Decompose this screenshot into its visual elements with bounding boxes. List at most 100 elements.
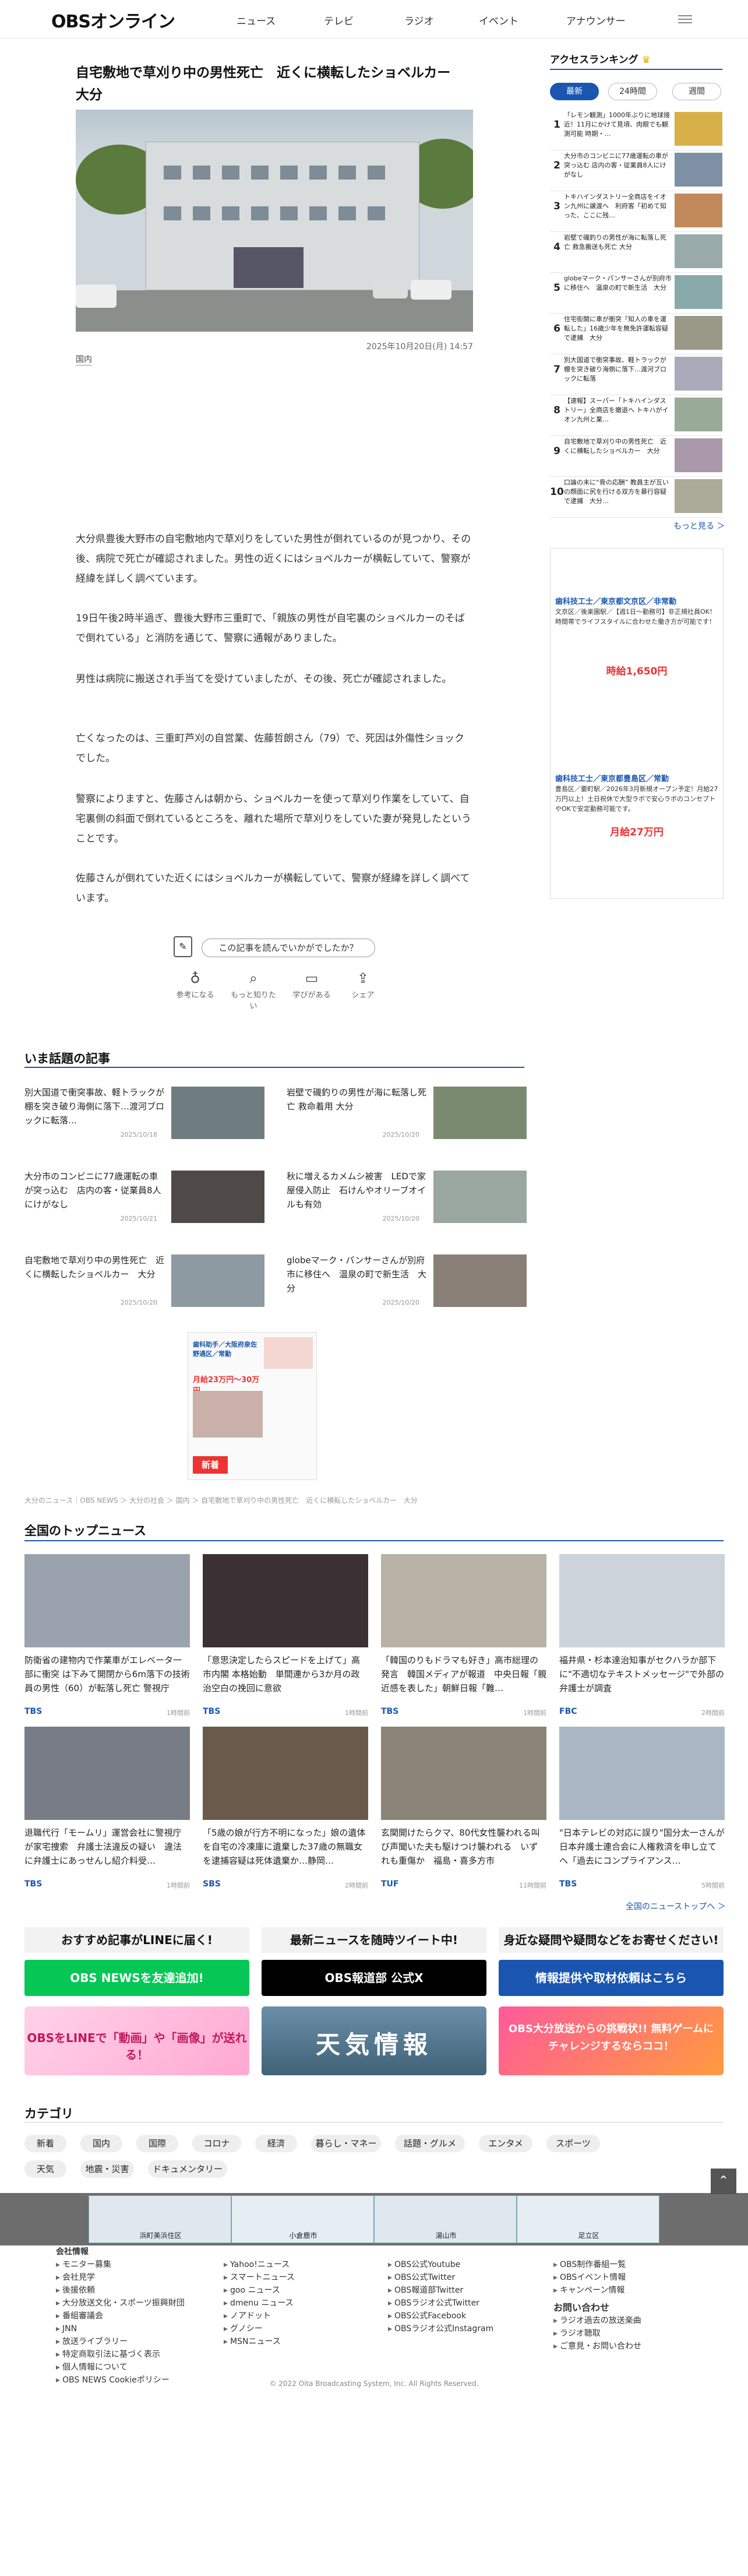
top-news-title[interactable]: "日本テレビの対応に誤り"国分太一さんが日本弁護士連合会に人権救済を申し立てへ「… — [559, 1826, 725, 1868]
footer-link[interactable]: ▸ 特定商取引法に基づく表示 — [56, 2348, 202, 2361]
sidebar-job-ad[interactable]: 歯科技工士／東京都文京区／非常勤 文京区／後楽園駅／【週1日〜勤務可】非正規社員… — [550, 548, 724, 899]
footer-link[interactable]: ▸ ご意見・お問い合わせ — [553, 2340, 699, 2353]
nav-event[interactable]: イベント — [479, 13, 518, 27]
footer-link[interactable]: ▸ ラジオ聴取 — [553, 2327, 699, 2340]
hot-topic-title[interactable]: 岩壁で磯釣りの男性が海に転落し死亡 救命着用 大分 — [287, 1085, 426, 1113]
footer-link[interactable]: ▸ dmenu ニュース — [224, 2297, 369, 2310]
nav-radio[interactable]: ラジオ — [404, 13, 434, 27]
top-news-item[interactable]: 防衛省の建物内で作業車がエレベータ一部に衝突 は下みて開閉から6m落下の技術員の… — [24, 1554, 190, 1724]
top-news-item[interactable]: 「意思決定したらスピードを上げて」高市内閣 本格始動 単間連から3か月の政治空白… — [203, 1554, 368, 1724]
footer-link[interactable]: ▸ ノアドット — [224, 2310, 369, 2322]
hot-topic-title[interactable]: 大分市のコンビニに77歳運転の車が突っ込む 店内の客・従業員8人にけがなし — [24, 1169, 164, 1211]
game-banner[interactable]: OBS大分放送からの挑戦状!! 無料ゲームにチャレンジするならココ！ — [499, 2006, 724, 2075]
footer-link[interactable]: ▸ 放送ライブラリー — [56, 2335, 202, 2348]
reaction-more[interactable]: ⌕ もっと知りたい — [227, 970, 280, 1011]
ranking-thumbnail[interactable] — [675, 357, 722, 391]
top-news-title[interactable]: 福井県・杉本達治知事がセクハラか部下に"不適切なテキストメッセージ"で外部の弁護… — [559, 1653, 725, 1695]
ranking-thumbnail[interactable] — [675, 234, 722, 268]
top-news-item[interactable]: 福井県・杉本達治知事がセクハラか部下に"不適切なテキストメッセージ"で外部の弁護… — [559, 1554, 725, 1724]
top-news-thumbnail[interactable] — [24, 1727, 190, 1820]
footer-link[interactable]: ▸ OBS報道部Twitter — [388, 2284, 534, 2297]
top-news-item[interactable]: 「5歳の娘が行方不明になった」娘の遺体を自宅の冷凍庫に遺棄した37歳の無職女を逮… — [203, 1727, 368, 1897]
scroll-top-button[interactable]: ⌃ — [711, 2169, 736, 2194]
menu-icon[interactable] — [678, 13, 692, 24]
hot-topic-title[interactable]: globeマーク・パンサーさんが別府市に移住へ 温泉の町で新生活 大分 — [287, 1253, 426, 1295]
hot-topic-thumbnail[interactable] — [433, 1254, 527, 1307]
ranking-item[interactable]: 5 globeマーク・パンサーさんが別府市に移住へ 温泉の町で新生活 大分 — [550, 272, 722, 314]
map-ad[interactable]: 浜町美浜住区 小倉鹿市 湯山市 足立区 — [89, 2195, 659, 2243]
ranking-item-title[interactable]: globeマーク・パンサーさんが別府市に移住へ 温泉の町で新生活 大分 — [564, 274, 672, 311]
ranking-item-title[interactable]: 自宅敷地で草刈り中の男性死亡 近くに横転したショベルカー 大分 — [564, 437, 672, 475]
footer-link[interactable]: ▸ JNN — [56, 2322, 202, 2335]
reaction-helpful[interactable]: ♁ 参考になる — [169, 970, 221, 1000]
top-news-item[interactable]: 「韓国のりもドラマも好き」高市総理の発言 韓国メディアが報道 中央日報「親近感を… — [381, 1554, 546, 1724]
ranking-item-title[interactable]: 住宅街開に車が衝突「知人の車を運転した」16歳少年を無免許運転容疑で逮捕 大分 — [564, 315, 672, 352]
top-news-title[interactable]: 退職代行「モームリ」運営会社に警視庁が家宅捜索 弁護士法違反の疑い 違法に弁護士… — [24, 1826, 190, 1868]
top-news-item[interactable]: 玄関開けたらクマ、80代女性襲われる叫び声聞いた夫も駆けつけ襲われる いずれも重… — [381, 1727, 546, 1897]
tips-button[interactable]: 情報提供や取材依頼はこちら — [499, 1960, 724, 1996]
top-news-thumbnail[interactable] — [203, 1727, 368, 1820]
ranking-thumbnail[interactable] — [675, 316, 722, 350]
top-news-thumbnail[interactable] — [24, 1554, 190, 1647]
footer-link[interactable]: ▸ MSNニュース — [224, 2335, 369, 2348]
top-news-title[interactable]: 「意思決定したらスピードを上げて」高市内閣 本格始動 単間連から3か月の政治空白… — [203, 1653, 368, 1695]
ranking-item[interactable]: 3 トキハインダストリー全商店をイオン九州に譲渡へ 利府客「初めて知った、ここに残… — [550, 190, 722, 232]
hot-topic-title[interactable]: 秋に増えるカメムシ被害 LEDで家屋侵入防止 石けんやオリーブオイルも有効 — [287, 1169, 426, 1211]
breadcrumb[interactable]: 大分のニュース｜OBS NEWS ＞ 大分の社会 ＞ 国内 ＞ 自宅敷地で草刈り… — [24, 1495, 418, 1505]
mid-ad[interactable]: 歯科助手／大阪府泉佐野通区／常勤 月給23万円〜30万円 新着 — [188, 1332, 317, 1480]
ranking-item-title[interactable]: 口論の末に“骨の応酬” 教員主が互いの顔面に尻を行ける双方を暴行容疑で逮捕 大分… — [564, 478, 672, 515]
ranking-item[interactable]: 4 岩壁で磯釣りの男性が海に転落し死亡 救急搬送も死亡 大分 — [550, 231, 722, 273]
ranking-item-title[interactable]: 別大国道で衝突事故、軽トラックが棚を突き破り海側に落下…渡河ブロックに転落 — [564, 356, 672, 393]
top-news-thumbnail[interactable] — [203, 1554, 368, 1647]
top-news-item[interactable]: 退職代行「モームリ」運営会社に警視庁が家宅捜索 弁護士法違反の疑い 違法に弁護士… — [24, 1727, 190, 1897]
job-ad-title[interactable]: 歯科技工士／東京都文京区／非常勤 — [555, 595, 718, 606]
footer-link[interactable]: ▸ OBS公式Facebook — [388, 2310, 534, 2322]
category-chip[interactable]: 国内 — [80, 2135, 122, 2152]
ranking-thumbnail[interactable] — [675, 479, 722, 513]
footer-link[interactable]: ▸ OBS公式Youtube — [388, 2258, 534, 2271]
footer-link[interactable]: ▸ 会社見学 — [56, 2271, 202, 2284]
reaction-share[interactable]: ⇪ シェア — [337, 970, 389, 1000]
ranking-item[interactable]: 9 自宅敷地で草刈り中の男性死亡 近くに横転したショベルカー 大分 — [550, 435, 722, 477]
ranking-thumbnail[interactable] — [675, 153, 722, 187]
top-news-thumbnail[interactable] — [559, 1727, 725, 1820]
category-chip[interactable]: ドキュメンタリー — [148, 2160, 227, 2178]
ranking-item[interactable]: 6 住宅街開に車が衝突「知人の車を運転した」16歳少年を無免許運転容疑で逮捕 大分 — [550, 312, 722, 354]
top-news-thumbnail[interactable] — [381, 1554, 546, 1647]
footer-link[interactable]: ▸ 大分放送文化・スポーツ振興財団 — [56, 2297, 202, 2310]
category-chip[interactable]: 天気 — [24, 2160, 66, 2178]
top-news-thumbnail[interactable] — [559, 1554, 725, 1647]
footer-link[interactable]: ▸ OBSイベント情報 — [553, 2271, 699, 2284]
category-chip[interactable]: 経済 — [255, 2135, 297, 2152]
top-news-more-link[interactable]: 全国のニューストップへ ＞ — [626, 1900, 726, 1912]
hot-topic-thumbnail[interactable] — [171, 1087, 264, 1139]
nav-announcer[interactable]: アナウンサー — [566, 13, 626, 27]
footer-link[interactable]: ▸ ラジオ過去の放送楽曲 — [553, 2314, 699, 2327]
logo-text[interactable]: OBSオンライン — [51, 12, 175, 32]
top-news-thumbnail[interactable] — [381, 1727, 546, 1820]
footer-link[interactable]: ▸ スマートニュース — [224, 2271, 369, 2284]
hot-topic-item[interactable]: 大分市のコンビニに77歳運転の車が突っ込む 店内の客・従業員8人にけがなし 202… — [24, 1169, 264, 1228]
category-chip[interactable]: 国際 — [136, 2135, 178, 2152]
article-category[interactable]: 国内 — [76, 353, 92, 366]
reaction-learn[interactable]: ▭ 学びがある — [285, 970, 338, 1000]
ranking-tab-weekly[interactable]: 週間 — [672, 83, 721, 100]
top-news-item[interactable]: "日本テレビの対応に誤り"国分太一さんが日本弁護士連合会に人権救済を申し立てへ「… — [559, 1727, 725, 1897]
job-ad-title[interactable]: 歯科技工士／東京都豊島区／常勤 — [555, 772, 718, 783]
footer-link[interactable]: ▸ 番組審議会 — [56, 2310, 202, 2322]
weather-banner[interactable]: 天気情報 — [262, 2006, 486, 2075]
ranking-item-title[interactable]: 岩壁で磯釣りの男性が海に転落し死亡 救急搬送も死亡 大分 — [564, 233, 672, 270]
ranking-thumbnail[interactable] — [675, 112, 722, 146]
hot-topic-thumbnail[interactable] — [171, 1171, 264, 1223]
survey-button[interactable]: この記事を読んでいかがでしたか？ — [202, 939, 375, 957]
category-chip[interactable]: コロナ — [192, 2135, 241, 2152]
hot-topic-item[interactable]: globeマーク・パンサーさんが別府市に移住へ 温泉の町で新生活 大分 2025/… — [287, 1253, 527, 1312]
ranking-thumbnail[interactable] — [675, 438, 722, 472]
hot-topic-title[interactable]: 別大国道で衝突事故、軽トラックが棚を突き破り海側に落下…渡河ブロックに転落… — [24, 1085, 164, 1127]
ranking-tab-24h[interactable]: 24時間 — [608, 83, 657, 100]
top-news-title[interactable]: 「韓国のりもドラマも好き」高市総理の発言 韓国メディアが報道 中央日報「親近感を… — [381, 1653, 546, 1695]
ranking-tab-latest[interactable]: 最新 — [550, 83, 599, 100]
footer-link[interactable]: ▸ Yahoo!ニュース — [224, 2258, 369, 2271]
footer-link[interactable]: ▸ OBS制作番組一覧 — [553, 2258, 699, 2271]
category-chip[interactable]: 新着 — [24, 2135, 66, 2152]
